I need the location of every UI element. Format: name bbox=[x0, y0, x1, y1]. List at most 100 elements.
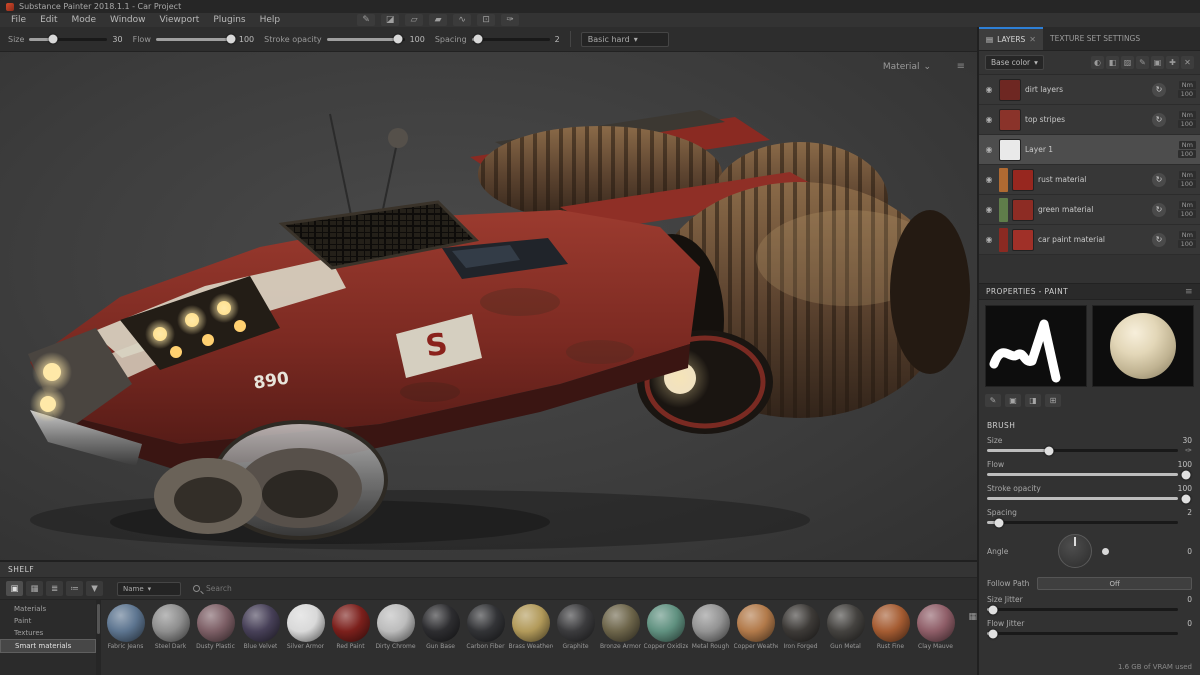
slider-track[interactable]: ✑ bbox=[987, 605, 1192, 614]
visibility-eye-icon[interactable]: ◉ bbox=[983, 205, 995, 214]
blend-mode[interactable]: Nm bbox=[1179, 141, 1196, 149]
shelf-material[interactable]: Copper Weathered bbox=[733, 604, 778, 650]
shelf-toolbar-icon[interactable]: ▼ bbox=[86, 581, 103, 596]
blend-mode[interactable]: Nm bbox=[1179, 171, 1196, 179]
slider-knob[interactable] bbox=[989, 605, 998, 614]
shelf-material[interactable]: Dirty Chrome bbox=[373, 604, 418, 650]
layer-action-icon[interactable]: ✎ bbox=[1136, 56, 1149, 69]
tool-button[interactable]: ▰ bbox=[429, 14, 447, 26]
viewport-menu-icon[interactable]: ≡ bbox=[957, 61, 965, 72]
slider-track[interactable]: ✑ bbox=[987, 629, 1192, 638]
channel-select[interactable]: Base color ▾ bbox=[985, 55, 1044, 70]
layer-row[interactable]: ◉ dirt layers ↻ Nm 100 bbox=[979, 75, 1200, 105]
tab-layers[interactable]: ▤ LAYERS ✕ bbox=[979, 27, 1043, 50]
viewport-3d[interactable]: S 890 Materi bbox=[0, 52, 977, 560]
angle-knob[interactable] bbox=[1102, 548, 1109, 555]
slider-track[interactable] bbox=[327, 34, 405, 44]
blend-mode[interactable]: Nm bbox=[1179, 111, 1196, 119]
tool-button[interactable]: ✎ bbox=[357, 14, 375, 26]
menu-item[interactable]: Plugins bbox=[206, 13, 252, 27]
slider-knob[interactable] bbox=[226, 35, 235, 44]
visibility-eye-icon[interactable]: ◉ bbox=[983, 175, 995, 184]
layer-action-icon[interactable]: ▨ bbox=[1121, 56, 1134, 69]
pen-pressure-icon[interactable]: ✑ bbox=[1185, 446, 1192, 455]
slider-knob[interactable] bbox=[48, 35, 57, 44]
shelf-material[interactable]: Steel Dark bbox=[148, 604, 193, 650]
follow-path-toggle[interactable]: Off bbox=[1037, 577, 1192, 590]
slider-track[interactable] bbox=[29, 34, 107, 44]
blend-mode[interactable]: Nm bbox=[1179, 201, 1196, 209]
shelf-toolbar-icon[interactable]: ▣ bbox=[6, 581, 23, 596]
shelf-filter-dropdown[interactable]: Name ▾ bbox=[117, 582, 181, 596]
slider-knob[interactable] bbox=[1181, 470, 1190, 479]
layer-action-icon[interactable]: ✕ bbox=[1181, 56, 1194, 69]
layer-opacity[interactable]: 100 bbox=[1178, 180, 1196, 188]
layer-effects-icon[interactable]: ↻ bbox=[1152, 203, 1166, 217]
tool-button[interactable]: ∿ bbox=[453, 14, 471, 26]
layer-row[interactable]: ◉ Layer 1 ↻ Nm 100 bbox=[979, 135, 1200, 165]
visibility-eye-icon[interactable]: ◉ bbox=[983, 145, 995, 154]
layer-effects-icon[interactable]: ↻ bbox=[1152, 83, 1166, 97]
layer-effects-icon[interactable]: ↻ bbox=[1152, 113, 1166, 127]
visibility-eye-icon[interactable]: ◉ bbox=[983, 85, 995, 94]
brush-stroke-preview[interactable] bbox=[985, 305, 1087, 387]
pager-grid-icon[interactable]: ▦ bbox=[968, 612, 977, 622]
shelf-material[interactable]: Iron Forged bbox=[778, 604, 823, 650]
slider-knob[interactable] bbox=[989, 629, 998, 638]
shelf-material[interactable]: Copper Oxidized bbox=[643, 604, 688, 650]
slider-track[interactable]: ✑ bbox=[987, 446, 1192, 455]
shelf-material[interactable]: Fabric Jeans bbox=[103, 604, 148, 650]
slider-track[interactable]: ✑ bbox=[987, 494, 1192, 503]
tool-button[interactable]: ✑ bbox=[501, 14, 519, 26]
slider-track[interactable]: ✑ bbox=[987, 518, 1192, 527]
layer-effects-icon[interactable]: ↻ bbox=[1152, 173, 1166, 187]
layer-opacity[interactable]: 100 bbox=[1178, 120, 1196, 128]
shelf-category[interactable]: Smart materials bbox=[0, 639, 96, 653]
material-preview[interactable] bbox=[1092, 305, 1194, 387]
panel-menu-icon[interactable]: ≡ bbox=[1185, 287, 1193, 297]
slider-knob[interactable] bbox=[394, 35, 403, 44]
tool-button[interactable]: ▱ bbox=[405, 14, 423, 26]
slider-knob[interactable] bbox=[995, 518, 1004, 527]
blend-mode[interactable]: Nm bbox=[1179, 81, 1196, 89]
brush-preset-dropdown[interactable]: Basic hard ▾ bbox=[581, 32, 669, 47]
shelf-toolbar-icon[interactable]: ≔ bbox=[66, 581, 83, 596]
shelf-category[interactable]: Materials bbox=[0, 603, 96, 615]
layer-action-icon[interactable]: ◐ bbox=[1091, 56, 1104, 69]
menu-item[interactable]: File bbox=[4, 13, 33, 27]
menu-item[interactable]: Edit bbox=[33, 13, 64, 27]
layer-row[interactable]: ◉ top stripes ↻ Nm 100 bbox=[979, 105, 1200, 135]
shelf-material[interactable]: Clay Mauve bbox=[913, 604, 958, 650]
shelf-material[interactable]: Metal Rough bbox=[688, 604, 733, 650]
view-mode-indicator[interactable]: Material ⌄ bbox=[883, 62, 931, 72]
slider-track[interactable] bbox=[472, 34, 550, 44]
visibility-eye-icon[interactable]: ◉ bbox=[983, 235, 995, 244]
layer-opacity[interactable]: 100 bbox=[1178, 210, 1196, 218]
layer-action-icon[interactable]: ▣ bbox=[1151, 56, 1164, 69]
search-input[interactable] bbox=[204, 583, 294, 594]
visibility-eye-icon[interactable]: ◉ bbox=[983, 115, 995, 124]
layer-effects-icon[interactable]: ↻ bbox=[1152, 233, 1166, 247]
shelf-material[interactable]: Rust Fine bbox=[868, 604, 913, 650]
layer-row[interactable]: ◉ green material ↻ Nm 100 bbox=[979, 195, 1200, 225]
shelf-material[interactable]: Silver Armor bbox=[283, 604, 328, 650]
shelf-category[interactable]: Paint bbox=[0, 615, 96, 627]
slider-knob[interactable] bbox=[1181, 494, 1190, 503]
menu-item[interactable]: Viewport bbox=[153, 13, 207, 27]
shelf-material[interactable]: Blue Velvet bbox=[238, 604, 283, 650]
shelf-material[interactable]: Bronze Armor bbox=[598, 604, 643, 650]
menu-item[interactable]: Window bbox=[103, 13, 153, 27]
slider-knob[interactable] bbox=[473, 35, 482, 44]
slider-knob[interactable] bbox=[1044, 446, 1053, 455]
shelf-category[interactable]: Textures bbox=[0, 627, 96, 639]
tool-button[interactable]: ⊡ bbox=[477, 14, 495, 26]
stencil-mode-icon[interactable]: ◨ bbox=[1025, 394, 1041, 407]
shelf-material[interactable]: Dusty Plastic bbox=[193, 604, 238, 650]
blend-mode[interactable]: Nm bbox=[1179, 231, 1196, 239]
close-icon[interactable]: ✕ bbox=[1029, 35, 1036, 44]
menu-item[interactable]: Help bbox=[253, 13, 288, 27]
shelf-material[interactable]: Graphite bbox=[553, 604, 598, 650]
shelf-material[interactable]: Brass Weathered bbox=[508, 604, 553, 650]
layer-opacity[interactable]: 100 bbox=[1178, 240, 1196, 248]
material-mode-icon[interactable]: ▣ bbox=[1005, 394, 1021, 407]
